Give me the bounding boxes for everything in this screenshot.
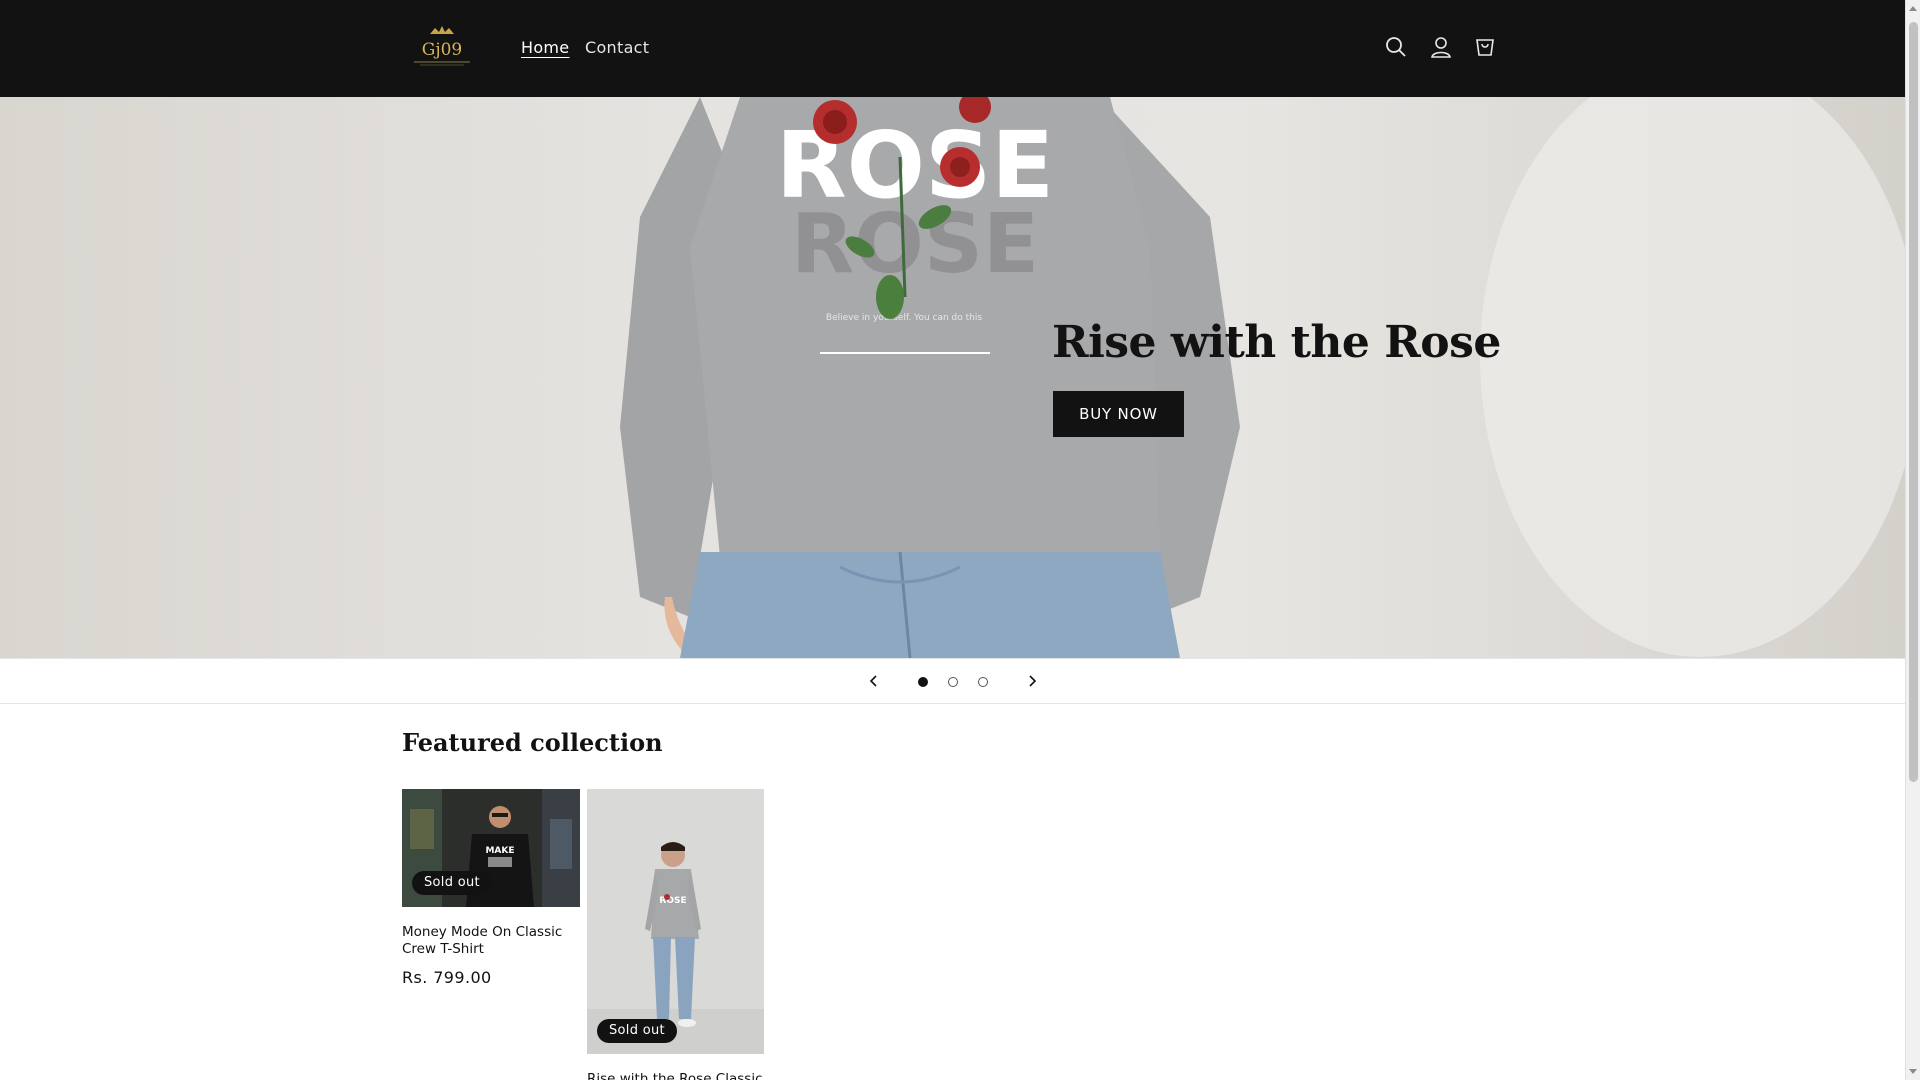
slide-dot-3[interactable] [978,677,988,687]
page-scrollbar[interactable] [1905,0,1920,1080]
scrollbar-thumb[interactable] [1909,22,1918,782]
slide-dot-1[interactable] [918,677,928,687]
chevron-left-icon[interactable] [864,671,884,691]
product-title[interactable]: Rise with the Rose Classic [587,1071,763,1080]
nav-home[interactable]: Home [521,38,569,57]
svg-text:ROSE: ROSE [791,197,1039,292]
chevron-right-icon[interactable] [1022,671,1042,691]
featured-collection-title: Featured collection [402,728,663,757]
svg-text:MAKE: MAKE [485,846,514,856]
account-icon[interactable] [1426,32,1456,62]
hero-title: Rise with the Rose [1052,317,1501,368]
svg-text:ROSE: ROSE [659,896,686,906]
product-price: Rs. 799.00 [402,968,492,987]
scroll-up-arrow-icon[interactable] [1909,6,1917,11]
product-title[interactable]: Money Mode On Classic Crew T-Shirt [402,924,578,958]
store-logo[interactable]: Gj09 [402,20,482,76]
nav-contact[interactable]: Contact [585,38,649,57]
slideshow-controls [0,658,1905,704]
product-image: ROSE [587,789,764,1054]
shirt-print-tagline: Believe in yourself. You can do this [826,313,982,323]
sold-out-badge: Sold out [597,1019,677,1043]
cart-icon[interactable] [1470,32,1500,62]
product-card-image[interactable]: MAKE Sold out [402,789,580,907]
sold-out-badge: Sold out [412,871,492,895]
logo-text: Gj09 [422,40,462,60]
scroll-down-arrow-icon[interactable] [1909,1069,1917,1074]
site-header: Gj09 Home Contact [0,0,1905,97]
product-card-image[interactable]: ROSE Sold out [587,789,764,1054]
buy-now-button[interactable]: BUY NOW [1053,391,1184,437]
logo-mark: Gj09 [414,26,470,66]
slide-dot-2[interactable] [948,677,958,687]
hero-image: ROSE ROSE Believe in yourself. You can d… [620,97,1905,658]
hero-banner: ROSE ROSE Believe in yourself. You can d… [0,97,1905,658]
search-icon[interactable] [1381,32,1411,62]
